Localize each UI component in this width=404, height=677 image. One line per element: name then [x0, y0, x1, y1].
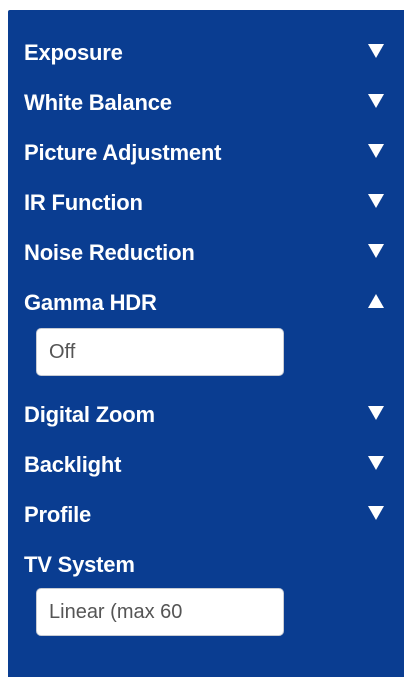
- menu-item-label: Exposure: [24, 40, 123, 65]
- menu-item-label: Gamma HDR: [24, 290, 157, 315]
- menu-item-label: Backlight: [24, 452, 122, 477]
- menu-item-digital-zoom[interactable]: Digital Zoom: [8, 394, 404, 432]
- triangle-down-icon[interactable]: [368, 194, 384, 208]
- triangle-down-icon[interactable]: [368, 94, 384, 108]
- menu-item-white-balance[interactable]: White Balance: [8, 82, 404, 120]
- triangle-down-icon[interactable]: [368, 456, 384, 470]
- triangle-down-icon[interactable]: [368, 144, 384, 158]
- triangle-down-icon[interactable]: [368, 244, 384, 258]
- settings-accordion-panel: Exposure White Balance Picture Adjustmen…: [8, 10, 404, 677]
- menu-item-label: Profile: [24, 502, 92, 527]
- menu-item-ir-function[interactable]: IR Function: [8, 182, 404, 220]
- menu-item-profile[interactable]: Profile: [8, 494, 404, 532]
- menu-item-label: IR Function: [24, 190, 143, 215]
- menu-item-label: Picture Adjustment: [24, 140, 222, 165]
- menu-item-label: TV System: [24, 552, 135, 577]
- menu-item-backlight[interactable]: Backlight: [8, 444, 404, 482]
- menu-item-label: White Balance: [24, 90, 172, 115]
- triangle-down-icon[interactable]: [368, 44, 384, 58]
- menu-item-exposure[interactable]: Exposure: [8, 32, 404, 70]
- menu-item-picture-adjustment[interactable]: Picture Adjustment: [8, 132, 404, 170]
- menu-item-noise-reduction[interactable]: Noise Reduction: [8, 232, 404, 270]
- menu-item-gamma-hdr[interactable]: Gamma HDR: [8, 282, 404, 320]
- triangle-down-icon[interactable]: [368, 506, 384, 520]
- tv-system-select[interactable]: [36, 588, 284, 636]
- gamma-hdr-select[interactable]: [36, 328, 284, 376]
- menu-item-tv-system[interactable]: TV System: [8, 544, 404, 582]
- triangle-up-icon[interactable]: [368, 294, 384, 308]
- menu-item-label: Noise Reduction: [24, 240, 195, 265]
- menu-item-label: Digital Zoom: [24, 402, 155, 427]
- triangle-down-icon[interactable]: [368, 406, 384, 420]
